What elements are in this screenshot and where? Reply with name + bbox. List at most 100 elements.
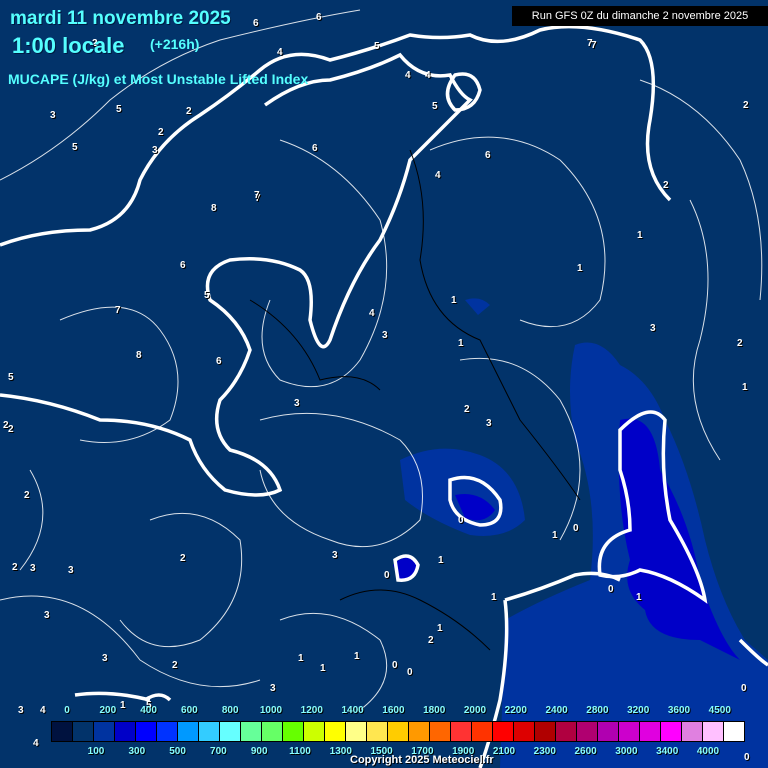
legend-swatch [136, 722, 157, 741]
legend-swatch [430, 722, 451, 741]
legend-label-bottom: 700 [210, 746, 227, 757]
legend-label-bottom: 1100 [289, 746, 311, 757]
contour-label: 6 [216, 356, 222, 367]
contour-label: 0 [384, 570, 390, 581]
legend-swatch [556, 722, 577, 741]
legend-label-top: 3200 [627, 705, 650, 716]
map-canvas [0, 9, 768, 768]
contour-label: 1 [742, 382, 748, 393]
contour-label: 1 [552, 530, 558, 541]
contour-label: 0 [407, 667, 413, 678]
cape-fill-areas [393, 298, 768, 768]
contour-label: 2 [24, 490, 30, 501]
contour-label: 3 [68, 565, 74, 576]
contour-label: 6 [312, 143, 318, 154]
legend-swatch [640, 722, 661, 741]
contour-label: 3 [382, 330, 388, 341]
contour-label: 3 [486, 418, 492, 429]
contour-label: 1 [491, 592, 497, 603]
contour-label: 8 [136, 350, 142, 361]
contour-label: 6 [316, 12, 322, 23]
contour-label: 2 [186, 106, 192, 117]
legend-label-top: 4500 [708, 705, 731, 716]
contour-label: 0 [608, 584, 614, 595]
contour-label: 0 [741, 683, 747, 694]
color-legend [51, 721, 745, 742]
legend-swatch [409, 722, 430, 741]
contour-label: 0 [573, 523, 579, 534]
legend-swatch [598, 722, 619, 741]
contour-label: 7 [591, 40, 597, 51]
contour-label: 0 [744, 752, 750, 763]
contour-label: 6 [180, 260, 186, 271]
map-title: MUCAPE (J/kg) et Most Unstable Lifted In… [8, 71, 309, 87]
contour-label: 0 [392, 660, 398, 671]
legend-swatch [241, 722, 262, 741]
legend-label-bottom: 3000 [615, 746, 638, 757]
contour-label: 1 [437, 623, 443, 634]
contour-label: 1 [354, 651, 360, 662]
contour-label: 8 [211, 203, 217, 214]
legend-swatch [724, 722, 744, 741]
contour-label: 1 [451, 295, 457, 306]
contour-label: 4 [369, 308, 375, 319]
legend-label-top: 2800 [586, 705, 609, 716]
contour-label: 5 [374, 41, 380, 52]
legend-label-bottom: 2100 [492, 746, 516, 757]
contour-label: 6 [485, 150, 491, 161]
cape-area-north [465, 298, 490, 315]
legend-swatch [577, 722, 598, 741]
contour-label: 2 [8, 424, 14, 435]
contour-label: 1 [298, 653, 304, 664]
legend-swatch [493, 722, 514, 741]
contour-label: 2 [180, 553, 186, 564]
legend-swatch [73, 722, 94, 741]
contour-label: 3 [152, 145, 158, 156]
legend-label-bottom: 2600 [574, 746, 597, 757]
contour-label: 4 [435, 170, 441, 181]
legend-swatch [325, 722, 346, 741]
legend-label-top: 1000 [259, 705, 283, 716]
contour-label: 2 [12, 562, 18, 573]
contour-label: 5 [72, 142, 78, 153]
legend-label-top: 1200 [300, 705, 323, 716]
contour-label: 4 [425, 70, 431, 81]
legend-swatch [157, 722, 178, 741]
contour-label: 2 [158, 127, 164, 138]
copyright: Copyright 2025 Meteociel.fr [350, 754, 494, 766]
contour-label: 4 [405, 70, 411, 81]
legend-label-top: 2400 [545, 705, 568, 716]
legend-label-top: 1600 [382, 705, 405, 716]
legend-label-top: 3600 [667, 705, 691, 716]
weather-map: 6645445723522568743657863413123523233101… [0, 0, 768, 768]
legend-swatch [178, 722, 199, 741]
legend-label-top: 400 [140, 705, 157, 716]
contour-label: 3 [44, 610, 50, 621]
legend-label-top: 600 [181, 705, 198, 716]
forecast-time: 1:00 locale [12, 33, 125, 58]
legend-label-top: 200 [99, 705, 117, 716]
contour-label: 1 [636, 592, 642, 603]
contour-label: 3 [50, 110, 56, 121]
contour-label: 5 [432, 101, 438, 112]
legend-swatch [115, 722, 136, 741]
legend-label-top: 2000 [463, 705, 487, 716]
legend-label-top: 0 [64, 705, 70, 716]
contour-label: 3 [332, 550, 338, 561]
legend-swatch [220, 722, 241, 741]
contour-label: 3 [294, 398, 300, 409]
legend-swatch [346, 722, 367, 741]
legend-swatch [619, 722, 640, 741]
legend-swatch [262, 722, 283, 741]
legend-swatch [472, 722, 493, 741]
legend-swatch [514, 722, 535, 741]
legend-label-bottom: 900 [250, 746, 268, 757]
legend-label-top: 2200 [504, 705, 527, 716]
contour-label: 0 [458, 515, 464, 526]
contour-label: 1 [637, 230, 643, 241]
contour-label: 3 [30, 563, 36, 574]
contour-label: 3 [18, 705, 24, 716]
legend-label-bottom: 4000 [696, 746, 720, 757]
legend-swatch [199, 722, 220, 741]
legend-swatch [703, 722, 724, 741]
